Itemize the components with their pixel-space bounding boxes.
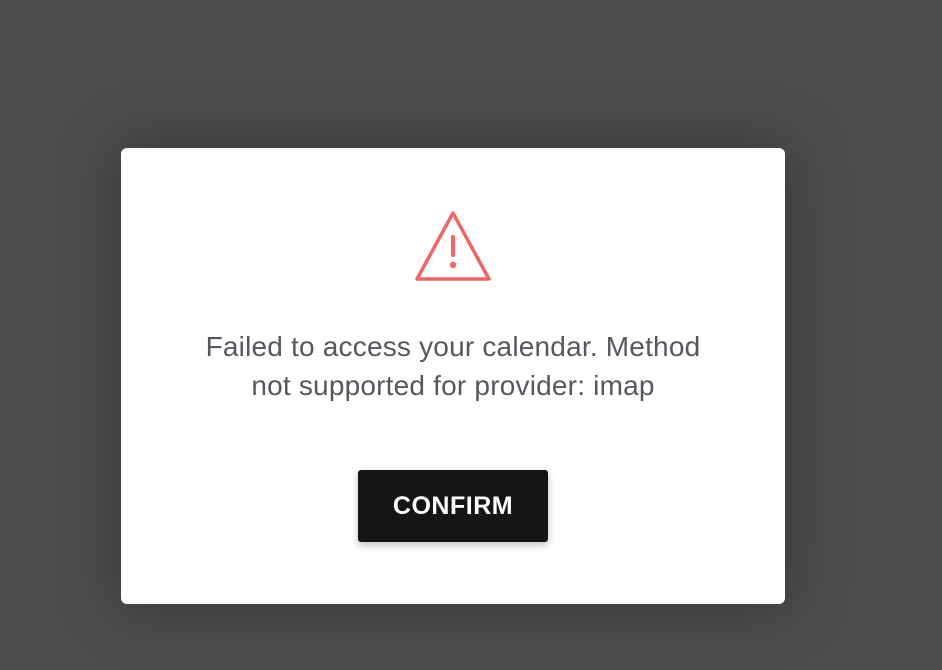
confirm-button[interactable]: CONFIRM xyxy=(358,470,548,542)
error-message-line-1: Failed to access your calendar. Method xyxy=(205,331,701,362)
error-message: Failed to access your calendar. Method n… xyxy=(121,327,785,405)
error-message-line-2: not supported for provider: imap xyxy=(251,370,655,401)
warning-triangle-icon xyxy=(415,211,491,281)
